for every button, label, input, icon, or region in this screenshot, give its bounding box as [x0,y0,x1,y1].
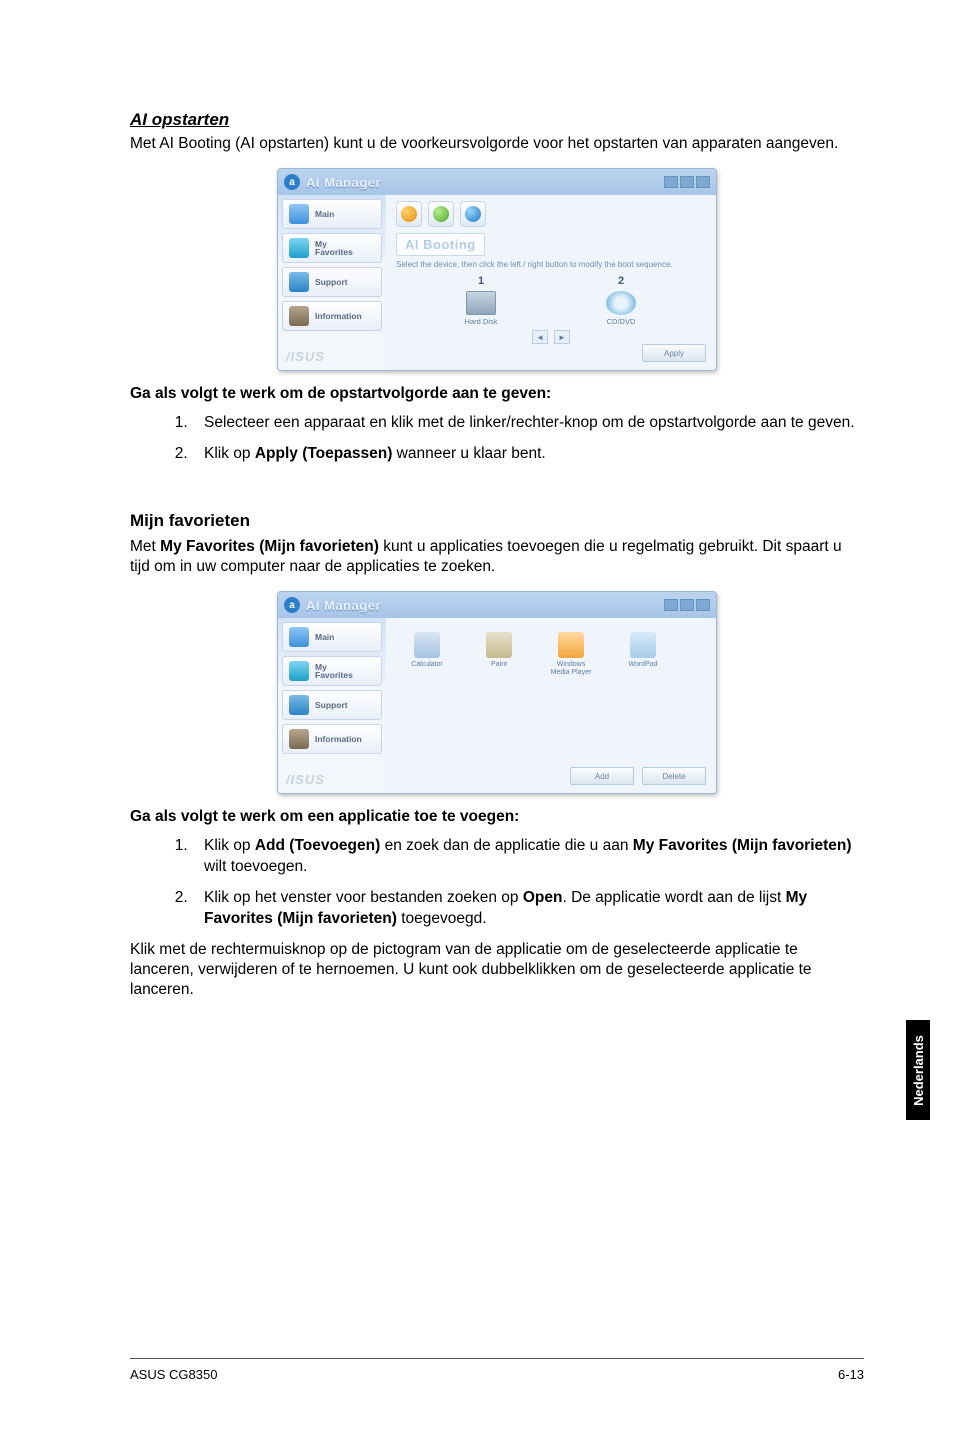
hard-disk-icon [466,291,496,315]
sidebar-label: Support [315,278,348,287]
favorite-label: Paint [472,661,526,669]
language-tab: Nederlands [906,1020,930,1120]
tool-icon [401,206,417,222]
outro-mijn-favorieten: Klik met de rechtermuisknop op de pictog… [130,940,864,1000]
boot-device-1[interactable]: 1 Hard Disk [441,275,521,326]
maximize-icon[interactable] [680,599,694,611]
device-order-number: 2 [581,275,661,287]
step-2: Klik op het venster voor bestanden zoeke… [192,888,864,930]
window-titlebar: a AI Manager [278,169,716,195]
close-icon[interactable] [696,599,710,611]
apply-button[interactable]: Apply [642,344,706,362]
favorite-app-paint[interactable]: Paint [472,632,526,676]
window-title: AI Manager [306,175,664,190]
heading-ai-opstarten: AI opstarten [130,110,864,130]
tool-button-3[interactable] [460,201,486,227]
device-label: CD/DVD [581,317,661,326]
device-order-number: 1 [441,275,521,287]
sidebar-item-support[interactable]: Support [282,690,382,720]
sidebar-label: Main [315,210,334,219]
dvd-icon [606,291,636,315]
sidebar-item-information[interactable]: Information [282,301,382,331]
window-title: AI Manager [306,598,664,613]
information-icon [289,729,309,749]
tool-button-1[interactable] [396,201,422,227]
add-button[interactable]: Add [570,767,634,785]
main-icon [289,627,309,647]
sidebar-label: Information [315,312,362,321]
instr-title-fav: Ga als volgt te werk om een applicatie t… [130,808,864,826]
close-icon[interactable] [696,176,710,188]
sidebar-item-main[interactable]: Main [282,199,382,229]
delete-button[interactable]: Delete [642,767,706,785]
minimize-icon[interactable] [664,176,678,188]
app-logo-icon: a [284,174,300,190]
tool-icon [433,206,449,222]
sidebar-item-information[interactable]: Information [282,724,382,754]
boot-device-2[interactable]: 2 CD/DVD [581,275,661,326]
favorite-app-wordpad[interactable]: WordPad [616,632,670,676]
panel-title: AI Booting [396,233,485,256]
device-label: Hard Disk [441,317,521,326]
favorite-label: WindowsMedia Player [544,661,598,676]
step-2: Klik op Apply (Toepassen) wanneer u klaa… [192,444,864,465]
tool-button-2[interactable] [428,201,454,227]
wordpad-icon [630,632,656,658]
sidebar-item-support[interactable]: Support [282,267,382,297]
favorite-label: Calculator [400,661,454,669]
sidebar-item-favorites[interactable]: MyFavorites [282,656,382,686]
instr-title-boot: Ga als volgt te werk om de opstartvolgor… [130,385,864,403]
favorite-app-wmp[interactable]: WindowsMedia Player [544,632,598,676]
sidebar-label: Support [315,701,348,710]
sidebar-item-main[interactable]: Main [282,622,382,652]
sidebar-label: Main [315,633,334,642]
maximize-icon[interactable] [680,176,694,188]
intro-mijn-favorieten: Met My Favorites (Mijn favorieten) kunt … [130,537,864,577]
favorite-app-calculator[interactable]: Calculator [400,632,454,676]
calculator-icon [414,632,440,658]
step-1: Selecteer een apparaat en klik met de li… [192,413,864,434]
screenshot-my-favorites: a AI Manager Main [130,591,864,794]
minimize-icon[interactable] [664,599,678,611]
sidebar-label: MyFavorites [315,240,353,257]
support-icon [289,695,309,715]
sidebar-label: MyFavorites [315,663,353,680]
media-player-icon [558,632,584,658]
brand-logo: /ISUS [278,339,386,370]
panel-hint: Select the device, then click the left /… [396,260,706,269]
step-1: Klik op Add (Toevoegen) en zoek dan de a… [192,836,864,878]
heading-mijn-favorieten: Mijn favorieten [130,511,864,531]
move-right-button[interactable]: ► [554,330,570,344]
support-icon [289,272,309,292]
app-logo-icon: a [284,597,300,613]
paint-icon [486,632,512,658]
sidebar-label: Information [315,735,362,744]
move-left-button[interactable]: ◄ [532,330,548,344]
screenshot-ai-booting: a AI Manager Main [130,168,864,371]
favorite-label: WordPad [616,661,670,669]
favorites-icon [289,238,309,258]
footer-product: ASUS CG8350 [130,1367,217,1382]
main-icon [289,204,309,224]
window-titlebar: a AI Manager [278,592,716,618]
information-icon [289,306,309,326]
brand-logo: /ISUS [278,762,386,793]
favorites-icon [289,661,309,681]
footer-page-number: 6-13 [838,1367,864,1382]
sidebar-item-favorites[interactable]: MyFavorites [282,233,382,263]
intro-ai-opstarten: Met AI Booting (AI opstarten) kunt u de … [130,134,864,154]
tool-icon [465,206,481,222]
